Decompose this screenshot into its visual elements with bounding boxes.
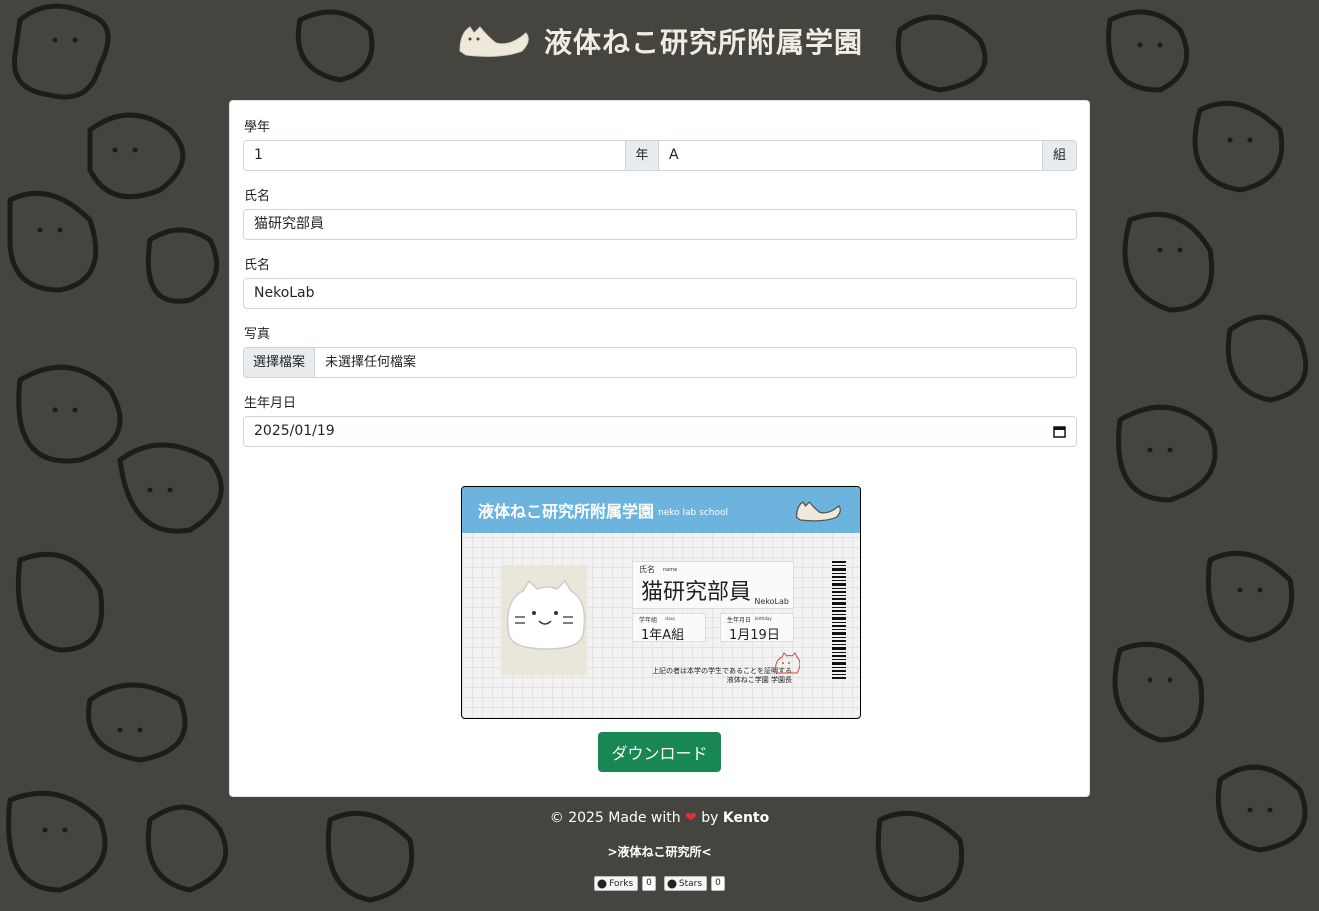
name-en-input[interactable]: NekoLab [243, 278, 1077, 309]
id-card-preview: 液体ねこ研究所附属学園 neko lab school 氏名 name 猫研究部… [461, 486, 861, 719]
grade-class-group: 1 年 A 組 [243, 140, 1077, 171]
github-badges: Forks 0 Stars 0 [0, 876, 1319, 891]
heart-icon: ❤ [685, 810, 697, 826]
grade-label: 學年 [244, 120, 271, 135]
calendar-icon[interactable] [1053, 425, 1066, 438]
id-card-name-label-en: name [663, 567, 678, 573]
birthday-label: 生年月日 [244, 396, 297, 411]
id-card-school-name-en: neko lab school [658, 508, 728, 518]
choose-file-button[interactable]: 選擇檔案 [243, 347, 315, 378]
download-button[interactable]: ダウンロード [598, 732, 721, 772]
class-suffix: 組 [1043, 140, 1077, 171]
credit-by: by [701, 810, 719, 826]
github-icon [667, 879, 677, 888]
grade-input[interactable]: 1 [243, 140, 626, 171]
lab-link[interactable]: >液体ねこ研究所< [0, 843, 1319, 860]
footer-credit: © 2025 Made with ❤ by Kento [0, 810, 1319, 826]
id-card-notice-line2: 液体ねこ学園 学園長 [726, 676, 792, 684]
cat-logo-icon [459, 26, 529, 57]
id-card-name-box: 氏名 name 猫研究部員 NekoLab [632, 561, 794, 609]
photo-label: 写真 [244, 327, 271, 342]
id-card-notice: 上記の者は本学の学生であることを証明する 液体ねこ学園 学園長 [652, 667, 792, 685]
id-card-birthday-label: 生年月日 [727, 617, 752, 624]
file-status: 未選擇任何檔案 [315, 347, 1077, 378]
id-card-name-en: NekoLab [754, 597, 789, 606]
forks-count: 0 [642, 876, 656, 891]
birthday-input[interactable]: 2025/01/19 [243, 416, 1077, 447]
site-header: 液体ねこ研究所附属学園 [0, 18, 1319, 64]
id-card-birthday-value: 1月19日 [729, 628, 780, 643]
stars-count: 0 [711, 876, 725, 891]
stars-badge[interactable]: Stars 0 [663, 876, 725, 891]
id-card-birthday-label-en: birthday [755, 616, 772, 621]
id-card-grade-label: 学年組 [639, 617, 658, 624]
forks-badge-left: Forks [594, 876, 639, 891]
stamp-icon [775, 652, 800, 674]
id-card-grade-box: 学年組 class 1年A組 [632, 613, 706, 643]
id-card-school-name: 液体ねこ研究所附属学園 [478, 502, 655, 521]
id-card-cat-logo-icon [795, 501, 841, 522]
birthday-value: 2025/01/19 [254, 423, 335, 439]
cat-face-icon [506, 579, 586, 650]
class-input[interactable]: A [659, 140, 1043, 171]
grade-suffix: 年 [626, 140, 659, 171]
student-card-form: 學年 1 年 A 組 氏名 猫研究部員 氏名 NekoLab 写真 選擇檔案 未… [229, 100, 1090, 797]
id-card-notice-line1: 上記の者は本学の学生であることを証明する [652, 667, 792, 675]
github-icon [597, 879, 607, 888]
credit-prefix: © 2025 Made with [549, 810, 681, 826]
id-card-grade-label-en: class [665, 616, 675, 621]
id-card-grade-value: 1年A組 [641, 628, 685, 643]
name-jp-label: 氏名 [244, 189, 271, 204]
forks-label: Forks [609, 878, 634, 889]
forks-badge[interactable]: Forks 0 [594, 876, 656, 891]
id-card-photo [501, 565, 587, 675]
credit-author-link[interactable]: Kento [723, 810, 769, 826]
stars-badge-left: Stars [663, 876, 708, 891]
photo-file-input[interactable]: 選擇檔案 未選擇任何檔案 [243, 347, 1077, 378]
stars-label: Stars [678, 878, 703, 889]
barcode-icon [832, 561, 846, 679]
name-en-label: 氏名 [244, 258, 271, 273]
name-jp-input[interactable]: 猫研究部員 [243, 209, 1077, 240]
id-card-name-jp: 猫研究部員 [641, 580, 752, 605]
site-title: 液体ねこ研究所附属学園 [543, 26, 863, 59]
id-card-birthday-box: 生年月日 birthday 1月19日 [720, 613, 794, 643]
id-card-header: 液体ねこ研究所附属学園 neko lab school [462, 487, 860, 533]
